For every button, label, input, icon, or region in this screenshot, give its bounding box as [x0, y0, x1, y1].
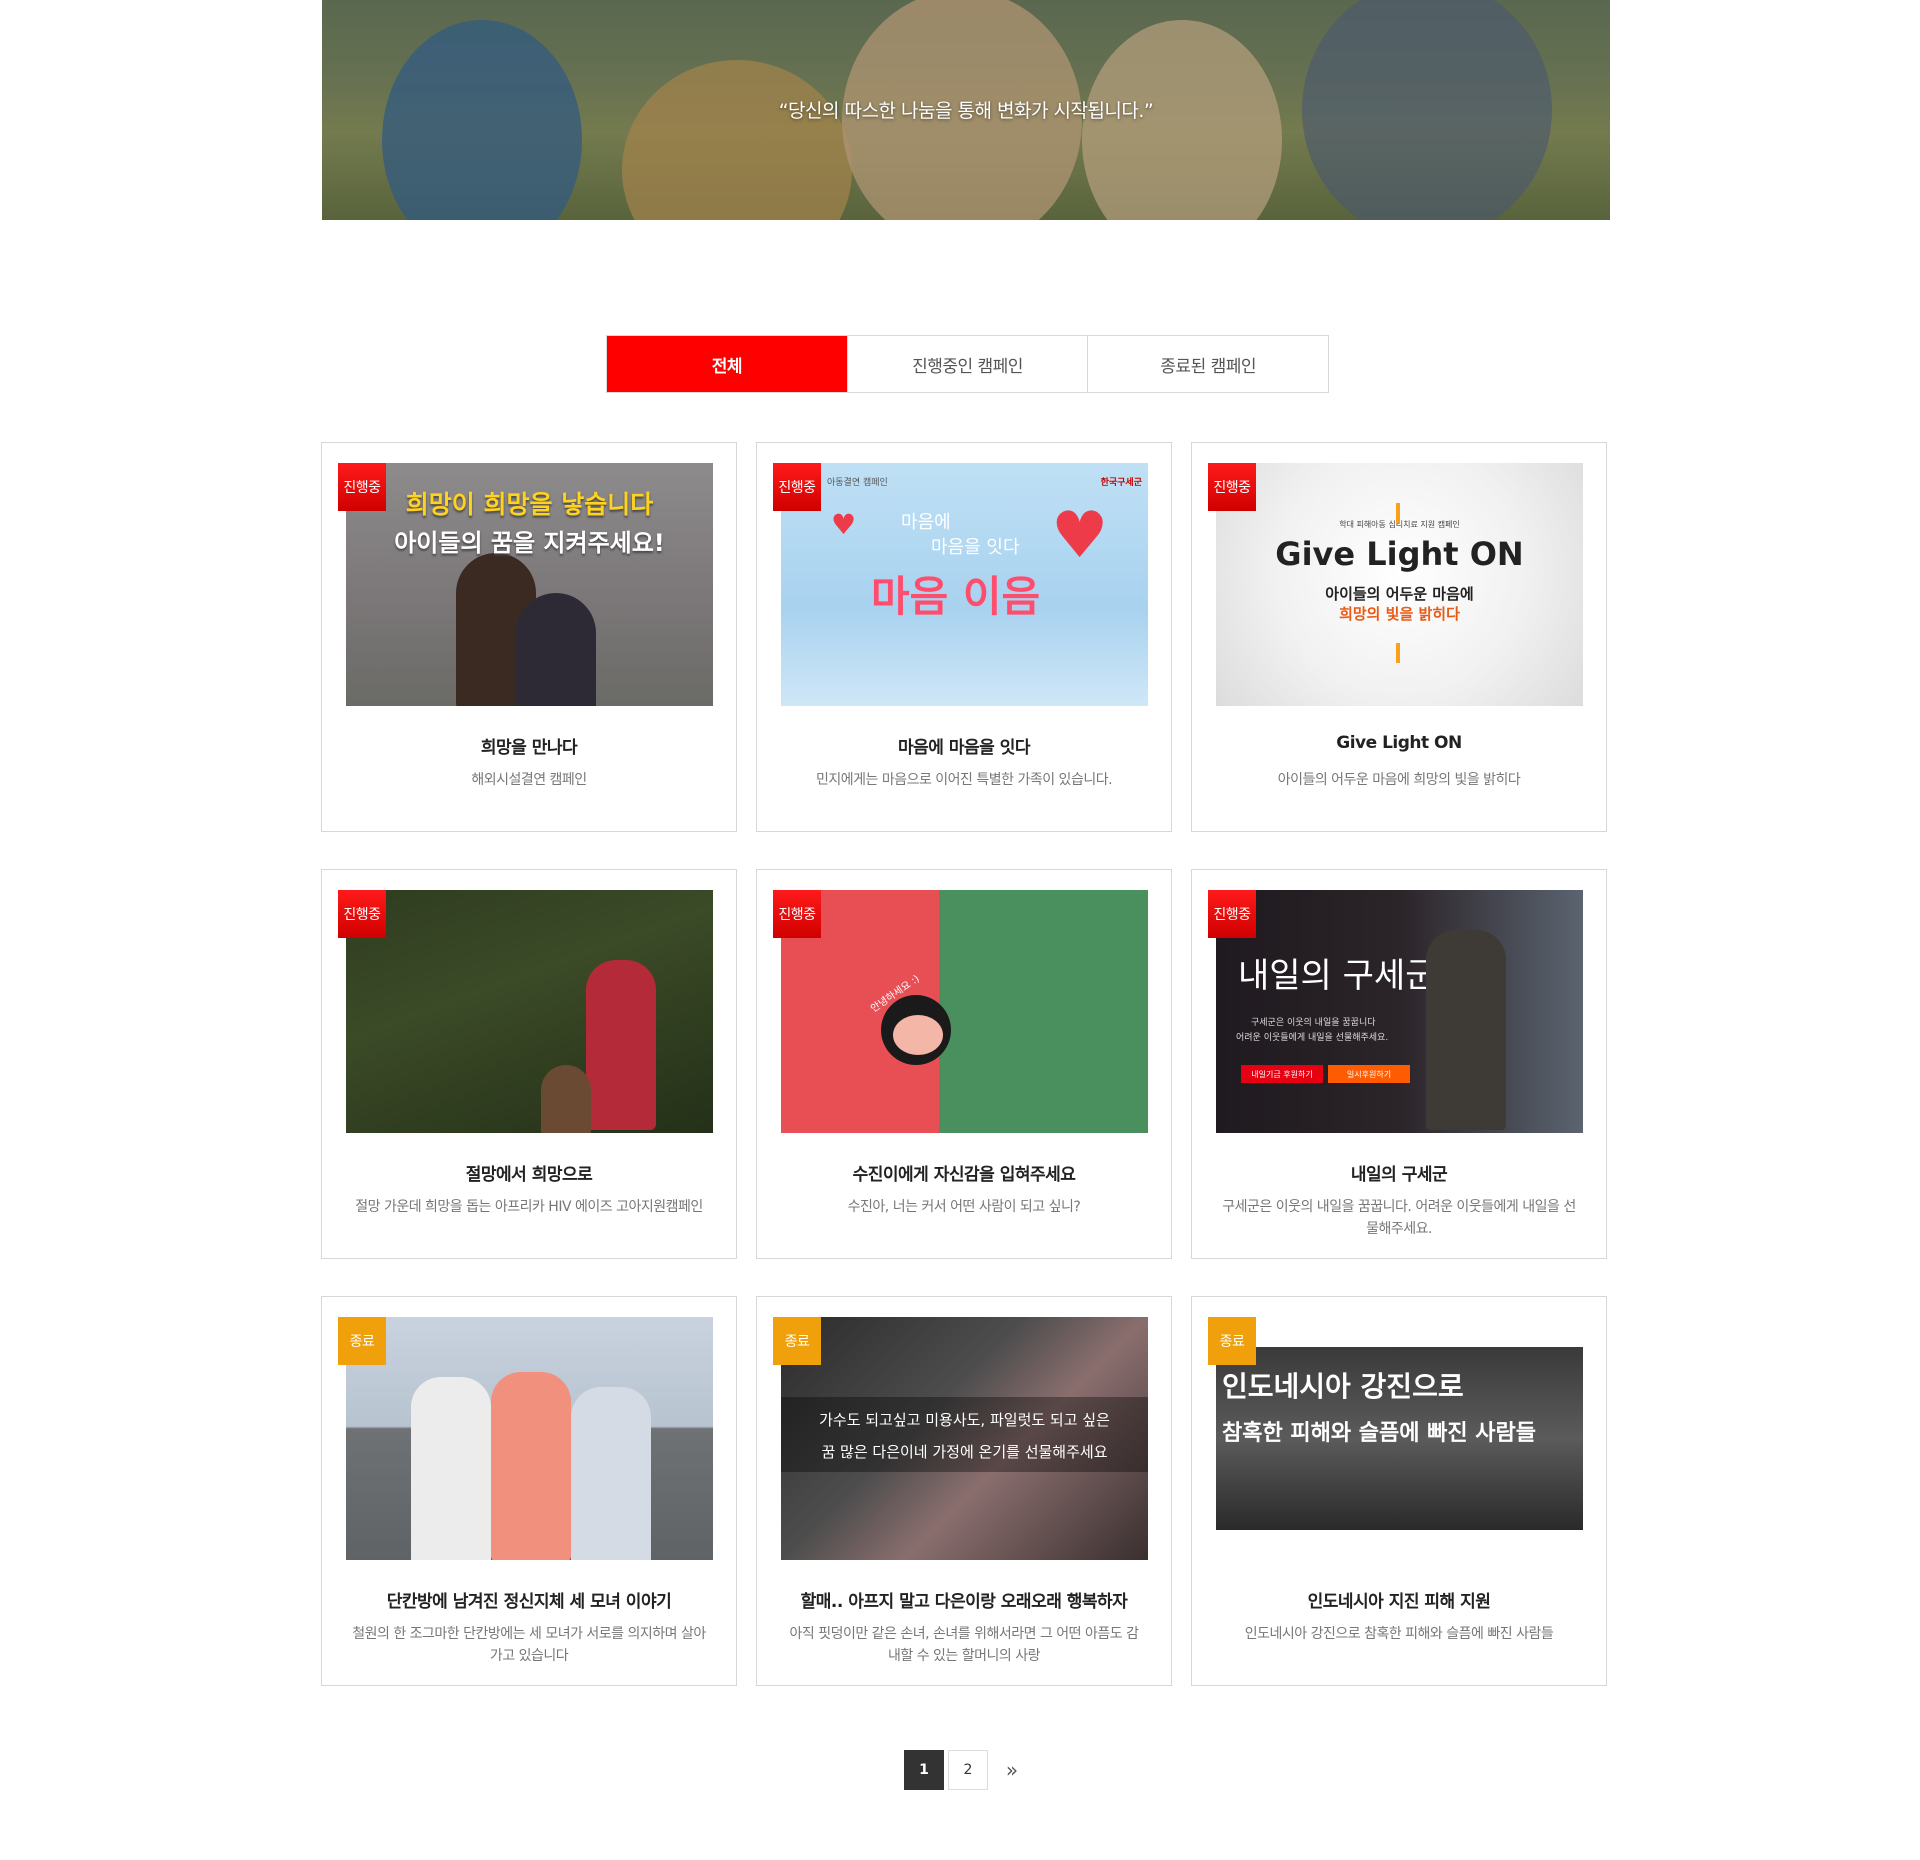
thumb-line: 구세군은 이웃의 내일을 꿈꿉니다 — [1251, 1018, 1376, 1028]
campaign-thumbnail: 안녕하세요 :) — [781, 890, 1148, 1133]
hero-banner: “당신의 따스한 나눔을 통해 변화가 시작됩니다.” — [322, 0, 1610, 220]
campaign-thumbnail: 인도네시아 강진으로 참혹한 피해와 슬픔에 빠진 사람들 — [1216, 1317, 1583, 1560]
thumb-line: 마음을 잇다 — [931, 537, 1020, 558]
campaign-thumbnail — [346, 890, 713, 1133]
card-description: 수진아, 너는 커서 어떤 사람이 되고 싶니? — [847, 1199, 1081, 1215]
campaign-filter-tabs: 전체 진행중인 캠페인 종료된 캠페인 — [606, 335, 1329, 393]
campaign-thumbnail: 가수도 되고싶고 미용사도, 파일럿도 되고 싶은 꿈 많은 다은이네 가정에 … — [781, 1317, 1148, 1560]
card-title: 단칸방에 남겨진 정신지체 세 모녀 이야기 — [386, 1592, 672, 1612]
campaign-card[interactable]: 진행중 절망에서 희망으로 절망 가운데 희망을 돕는 아프리카 HIV 에이즈… — [321, 869, 737, 1259]
tab-ongoing[interactable]: 진행중인 캠페인 — [846, 336, 1088, 392]
heart-icon: ♥ — [1051, 499, 1109, 573]
thumb-subline: 아이들의 꿈을 지켜주세요! — [394, 529, 665, 557]
thumb-headline: 내일의 구세군 — [1238, 956, 1437, 996]
card-title: Give Light ON — [1336, 733, 1462, 753]
card-title: 마음에 마음을 잇다 — [898, 738, 1030, 758]
campaign-card[interactable]: 종료 가수도 되고싶고 미용사도, 파일럿도 되고 싶은 꿈 많은 다은이네 가… — [756, 1296, 1172, 1686]
donate-monthly-button: 내일기금 후원하기 — [1241, 1065, 1323, 1083]
card-description: 절망 가운데 희망을 돕는 아프리카 HIV 에이즈 고아지원캠페인 — [355, 1199, 703, 1215]
child-figure — [541, 1065, 591, 1133]
sun-ray — [1396, 503, 1400, 523]
card-description: 해외시설결연 캠페인 — [471, 772, 587, 788]
sun-ray — [1396, 643, 1400, 663]
campaign-card[interactable]: 진행중 학대 피해아동 심리치료 지원 캠페인 Give Light ON 아이… — [1191, 442, 1607, 832]
thumb-line: 마음에 — [901, 512, 951, 533]
card-title: 인도네시아 지진 피해 지원 — [1307, 1592, 1491, 1612]
campaign-thumbnail: 희망이 희망을 낳습니다 아이들의 꿈을 지켜주세요! — [346, 463, 713, 706]
child-figure — [516, 593, 596, 706]
page-1-button[interactable]: 1 — [904, 1750, 944, 1790]
quake-photo: 인도네시아 강진으로 참혹한 피해와 슬픔에 빠진 사람들 — [1216, 1347, 1583, 1530]
girl-face — [893, 1015, 943, 1055]
thumb-headline: 인도네시아 강진으로 — [1222, 1370, 1464, 1403]
status-badge: 진행중 — [1208, 890, 1256, 938]
thumb-line: 꿈 많은 다은이네 가정에 온기를 선물해주세요 — [821, 1443, 1108, 1461]
status-badge: 진행중 — [773, 463, 821, 511]
thumb-small-label: 아동결연 캠페인 — [827, 478, 888, 488]
card-description: 민지에게는 마음으로 이어진 특별한 가족이 있습니다. — [815, 772, 1113, 788]
thumb-line: 어려운 이웃들에게 내일을 선물해주세요. — [1236, 1033, 1389, 1043]
card-title: 절망에서 희망으로 — [465, 1165, 593, 1185]
hero-quote: “당신의 따스한 나눔을 통해 변화가 시작됩니다.” — [778, 100, 1154, 122]
page-2-button[interactable]: 2 — [948, 1750, 988, 1790]
status-badge: 진행중 — [338, 463, 386, 511]
next-page-icon[interactable]: » — [992, 1750, 1032, 1790]
thumb-line: 참혹한 피해와 슬픔에 빠진 사람들 — [1222, 1421, 1536, 1446]
status-badge: 종료 — [1208, 1317, 1256, 1365]
status-badge: 진행중 — [773, 890, 821, 938]
card-description: 인도네시아 강진으로 참혹한 피해와 슬픔에 빠진 사람들 — [1244, 1626, 1554, 1642]
heart-icon: ♥ — [831, 508, 857, 541]
card-description: 구세군은 이웃의 내일을 꿈꿉니다. 어려운 이웃들에게 내일을 선물해주세요. — [1222, 1199, 1576, 1237]
status-badge: 진행중 — [1208, 463, 1256, 511]
thumb-line: 희망의 빛을 밝히다 — [1339, 605, 1460, 623]
person-figure — [491, 1372, 571, 1560]
thumb-headline: Give Light ON — [1275, 535, 1524, 573]
brand-logo: 한국구세군 — [1100, 478, 1142, 488]
card-title: 할매.. 아프지 말고 다은이랑 오래오래 행복하자 — [800, 1592, 1128, 1612]
status-badge: 종료 — [773, 1317, 821, 1365]
elder-figure — [1426, 930, 1506, 1130]
campaign-card[interactable]: 진행중 내일의 구세군 구세군은 이웃의 내일을 꿈꿉니다 어려운 이웃들에게 … — [1191, 869, 1607, 1259]
tab-ended[interactable]: 종료된 캠페인 — [1087, 336, 1329, 392]
campaign-card[interactable]: 진행중 아동결연 캠페인 한국구세군 마음에 마음을 잇다 마음 이음 ♥ ♥ … — [756, 442, 1172, 832]
child-figure — [586, 960, 656, 1130]
tab-all[interactable]: 전체 — [607, 336, 847, 392]
thumb-headline: 희망이 희망을 낳습니다 — [405, 490, 654, 519]
campaign-thumbnail: 내일의 구세군 구세군은 이웃의 내일을 꿈꿉니다 어려운 이웃들에게 내일을 … — [1216, 890, 1583, 1133]
card-description: 철원의 한 조그마한 단칸방에는 세 모녀가 서로를 의지하며 살아가고 있습니… — [352, 1626, 706, 1664]
campaign-thumbnail: 학대 피해아동 심리치료 지원 캠페인 Give Light ON 아이들의 어… — [1216, 463, 1583, 706]
campaign-card[interactable]: 종료 단칸방에 남겨진 정신지체 세 모녀 이야기 철원의 한 조그마한 단칸방… — [321, 1296, 737, 1686]
thumb-line: 가수도 되고싶고 미용사도, 파일럿도 되고 싶은 — [819, 1411, 1110, 1429]
card-description: 아이들의 어두운 마음에 희망의 빛을 밝히다 — [1277, 772, 1521, 788]
campaign-thumbnail — [346, 1317, 713, 1560]
pagination: 1 2 » — [904, 1750, 1032, 1790]
card-title: 수진이에게 자신감을 입혀주세요 — [852, 1165, 1076, 1185]
person-figure — [571, 1387, 651, 1560]
status-badge: 진행중 — [338, 890, 386, 938]
campaign-card[interactable]: 진행중 안녕하세요 :) 수진이에게 자신감을 입혀주세요 수진아, 너는 커서… — [756, 869, 1172, 1259]
donate-once-button: 일시후원하기 — [1328, 1065, 1410, 1083]
thumb-headline: 마음 이음 — [871, 572, 1041, 621]
campaign-card[interactable]: 진행중 희망이 희망을 낳습니다 아이들의 꿈을 지켜주세요! 희망을 만나다 … — [321, 442, 737, 832]
card-title: 내일의 구세군 — [1350, 1165, 1448, 1185]
campaign-card[interactable]: 종료 인도네시아 강진으로 참혹한 피해와 슬픔에 빠진 사람들 인도네시아 지… — [1191, 1296, 1607, 1686]
thumb-line: 아이들의 어두운 마음에 — [1325, 585, 1474, 603]
status-badge: 종료 — [338, 1317, 386, 1365]
card-title: 희망을 만나다 — [480, 738, 578, 758]
card-description: 아직 핏덩이만 같은 손녀, 손녀를 위해서라면 그 어떤 아픔도 감내할 수 … — [789, 1626, 1139, 1664]
person-figure — [411, 1377, 491, 1560]
campaign-thumbnail: 아동결연 캠페인 한국구세군 마음에 마음을 잇다 마음 이음 ♥ ♥ — [781, 463, 1148, 706]
